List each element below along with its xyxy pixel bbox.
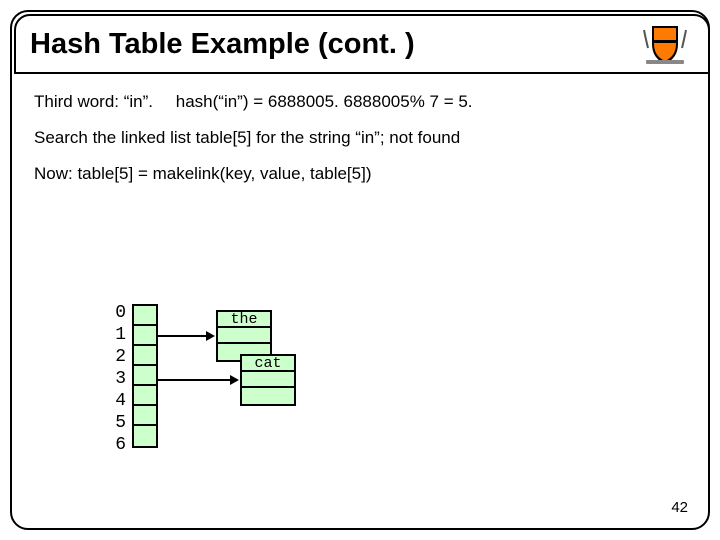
array-cell (134, 326, 156, 346)
index-label: 6 (112, 434, 126, 456)
line1-part-b: hash(“in”) = 6888005. 6888005% 7 = 5. (176, 92, 473, 111)
array-cell (134, 406, 156, 426)
index-label: 5 (112, 412, 126, 434)
array-cell (134, 306, 156, 326)
princeton-shield-icon (636, 20, 694, 68)
array-cell (134, 346, 156, 366)
pointer-arrow (158, 379, 230, 381)
index-label: 4 (112, 390, 126, 412)
array-cell (134, 386, 156, 406)
slide-body: Third word: “in”. hash(“in”) = 6888005. … (34, 90, 686, 197)
node-value (218, 328, 270, 344)
index-label: 0 (112, 302, 126, 324)
hash-diagram: 0 1 2 3 4 5 6 the cat (112, 302, 512, 482)
list-node-cat: cat (240, 354, 296, 406)
page-number: 42 (671, 499, 688, 516)
body-line-1: Third word: “in”. hash(“in”) = 6888005. … (34, 90, 686, 114)
node-value (242, 372, 294, 388)
pointer-arrow (158, 335, 206, 337)
hash-array (132, 304, 158, 448)
index-label: 3 (112, 368, 126, 390)
slide-title: Hash Table Example (cont. ) (30, 28, 415, 61)
slide-frame: Hash Table Example (cont. ) Third word: … (10, 10, 710, 530)
node-next (242, 388, 294, 404)
body-line-3: Now: table[5] = makelink(key, value, tab… (34, 162, 686, 186)
arrow-head-icon (230, 375, 239, 385)
node-key: the (218, 312, 270, 328)
line1-part-a: Third word: “in”. (34, 92, 153, 111)
node-key: cat (242, 356, 294, 372)
title-bar: Hash Table Example (cont. ) (14, 14, 710, 74)
body-line-2: Search the linked list table[5] for the … (34, 126, 686, 150)
array-indices: 0 1 2 3 4 5 6 (112, 302, 126, 456)
arrow-head-icon (206, 331, 215, 341)
array-cell (134, 366, 156, 386)
index-label: 2 (112, 346, 126, 368)
array-cell (134, 426, 156, 446)
index-label: 1 (112, 324, 126, 346)
